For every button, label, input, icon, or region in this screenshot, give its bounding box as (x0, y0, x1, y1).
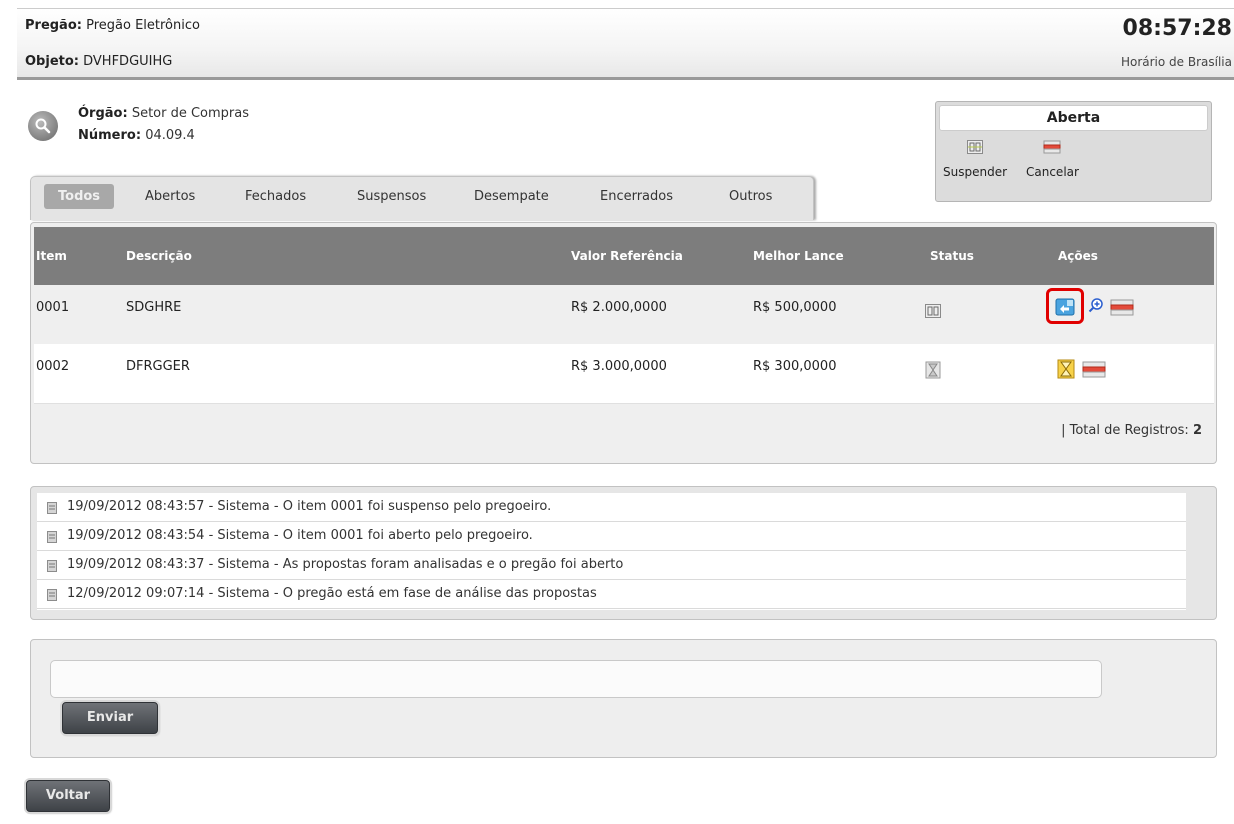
table-row: 0002 DFRGGER R$ 3.000,0000 R$ 300,0000 (34, 344, 1214, 403)
cancel-icon (1026, 140, 1079, 157)
search-icon[interactable] (28, 111, 58, 141)
cancel-label: Cancelar (1026, 165, 1079, 179)
tab-abertos[interactable]: Abertos (145, 189, 195, 204)
reopen-icon[interactable] (1055, 297, 1075, 321)
send-button[interactable]: Enviar (62, 702, 158, 734)
list-item: 19/09/2012 08:43:37 - Sistema - As propo… (37, 551, 1186, 580)
tab-encerrados[interactable]: Encerrados (600, 189, 673, 204)
suspend-button[interactable]: Suspender (943, 140, 1007, 179)
items-panel: Item Descrição Valor Referência Melhor L… (30, 222, 1217, 464)
cancel-item-icon[interactable] (1110, 299, 1134, 321)
tab-desempate[interactable]: Desempate (474, 189, 549, 204)
log-text: 12/09/2012 09:07:14 - Sistema - O pregão… (67, 586, 597, 601)
col-status: Status (930, 249, 974, 263)
document-icon (47, 589, 57, 605)
cell-descricao: DFRGGER (126, 359, 190, 374)
tab-fechados[interactable]: Fechados (245, 189, 306, 204)
numero-line: Número: 04.09.4 (78, 128, 195, 143)
suspend-label: Suspender (943, 165, 1008, 179)
list-item: 12/09/2012 09:07:14 - Sistema - O pregão… (37, 580, 1186, 609)
document-icon (47, 531, 57, 547)
cancel-button[interactable]: Cancelar (1026, 140, 1079, 179)
cell-lance: R$ 300,0000 (753, 359, 837, 374)
document-icon (47, 502, 57, 518)
col-valor-referencia: Valor Referência (571, 249, 683, 263)
objeto-line: Objeto: DVHFDGUIHG (25, 54, 172, 69)
total-label: | Total de Registros: (1061, 423, 1189, 438)
list-item: 19/09/2012 08:43:57 - Sistema - O item 0… (37, 493, 1186, 522)
orgao-line: Órgão: Setor de Compras (78, 106, 249, 121)
message-input[interactable] (50, 660, 1102, 698)
status-title: Aberta (939, 105, 1208, 131)
table-header: Item Descrição Valor Referência Melhor L… (34, 227, 1214, 285)
pregao-value: Pregão Eletrônico (86, 18, 200, 33)
hourglass-status-icon (925, 361, 941, 383)
message-panel: Enviar (30, 639, 1217, 758)
event-log-panel: 19/09/2012 08:43:57 - Sistema - O item 0… (30, 486, 1217, 620)
cell-valor: R$ 2.000,0000 (571, 300, 667, 315)
log-text: 19/09/2012 08:43:37 - Sistema - As propo… (67, 557, 624, 572)
orgao-value: Setor de Compras (131, 106, 250, 121)
tab-outros[interactable]: Outros (729, 189, 772, 204)
cancel-item-icon[interactable] (1082, 361, 1106, 383)
orgao-label: Órgão: (78, 106, 128, 121)
cell-lance: R$ 500,0000 (753, 300, 837, 315)
col-acoes: Ações (1058, 249, 1098, 263)
pregao-line: Pregão: Pregão Eletrônico (25, 18, 200, 33)
document-icon (47, 560, 57, 576)
cell-item: 0002 (36, 359, 70, 374)
cell-valor: R$ 3.000,0000 (571, 359, 667, 374)
suspended-status-icon (925, 304, 941, 322)
event-log: 19/09/2012 08:43:57 - Sistema - O item 0… (37, 493, 1186, 610)
pregao-label: Pregão: (25, 18, 82, 33)
log-text: 19/09/2012 08:43:57 - Sistema - O item 0… (67, 499, 552, 514)
numero-value: 04.09.4 (145, 128, 195, 143)
status-panel: Aberta Suspender Cancelar (935, 101, 1212, 202)
zoom-icon[interactable] (1088, 297, 1104, 317)
cell-descricao: SDGHRE (126, 300, 182, 315)
log-text: 19/09/2012 08:43:54 - Sistema - O item 0… (67, 528, 533, 543)
tab-todos[interactable]: Todos (44, 184, 115, 209)
col-melhor-lance: Melhor Lance (753, 249, 844, 263)
table-footer (34, 403, 1214, 461)
tab-suspensos[interactable]: Suspensos (357, 189, 426, 204)
numero-label: Número: (78, 128, 142, 143)
back-button[interactable]: Voltar (26, 780, 110, 812)
clock-timezone: Horário de Brasília (1120, 55, 1232, 69)
objeto-value: DVHFDGUIHG (83, 54, 173, 69)
clock: 08:57:28 (1122, 16, 1232, 41)
total-value: 2 (1192, 423, 1202, 438)
col-descricao: Descrição (126, 249, 192, 263)
col-item: Item (36, 249, 67, 263)
page-header: Pregão: Pregão Eletrônico Objeto: DVHFDG… (17, 8, 1234, 80)
hourglass-action-icon[interactable] (1057, 359, 1075, 383)
suspend-icon (943, 140, 1007, 157)
filter-tabs: Todos Abertos Fechados Suspensos Desempa… (30, 176, 814, 220)
list-item: 19/09/2012 08:43:54 - Sistema - O item 0… (37, 522, 1186, 551)
cell-item: 0001 (36, 300, 70, 315)
objeto-label: Objeto: (25, 54, 79, 69)
table-row: 0001 SDGHRE R$ 2.000,0000 R$ 500,0000 (34, 285, 1214, 344)
total-records: | Total de Registros: 2 (1061, 423, 1202, 438)
